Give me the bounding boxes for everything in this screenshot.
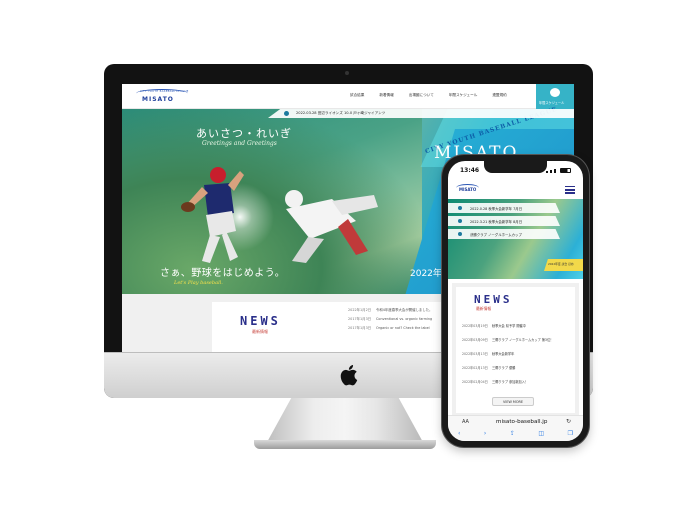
- nav-item-results[interactable]: 試合結果: [350, 93, 364, 98]
- news-date: 2017年1月3日: [348, 326, 372, 330]
- mobile-logo[interactable]: MISATO: [456, 184, 480, 192]
- forward-icon[interactable]: ›: [484, 430, 486, 437]
- mobile-news-row[interactable]: 2022年03月09日 三郷クラブ ノーグルホームカップ 第3位！: [462, 337, 553, 342]
- news-date: 2022年03月19日: [462, 324, 488, 328]
- imac-stand-foot: [254, 440, 436, 449]
- main-nav: 試合結果 新着情報 出場國について 年間スケジュール 連盟規約: [350, 93, 507, 98]
- tabs-icon[interactable]: ❐: [568, 430, 573, 437]
- player-runner-illustration: [285, 190, 378, 263]
- news-date: 2022年02月04日: [462, 380, 488, 384]
- ticker-dot-icon: [458, 206, 462, 210]
- nav-item-schedule[interactable]: 年間スケジュール: [449, 93, 478, 98]
- ticker-dot-icon: [284, 111, 289, 116]
- bookmarks-icon[interactable]: ◫: [538, 430, 544, 437]
- hero-greeting-en: Greetings and Greetings: [202, 140, 277, 147]
- mobile-ticker[interactable]: 2022.0.28 秋季大会新学年 7月日: [448, 203, 560, 213]
- news-text: Organic or not? Check the label: [376, 326, 430, 330]
- mobile-ticker[interactable]: 2022.3.21 秋季大会新学年 8月日: [448, 216, 560, 226]
- news-title: NEWS: [240, 314, 281, 328]
- news-row[interactable]: 2017年1月3日 Organic or not? Check the label: [348, 325, 430, 330]
- hero-greeting: あいさつ・れいぎ: [196, 127, 292, 140]
- hero-lead: さぁ、野球をはじめよう。: [160, 268, 286, 279]
- ticker-text: 決勝クラブ ノーグルホームカップ: [470, 233, 522, 237]
- hero-lead-en: Let's Play baseball.: [174, 280, 223, 286]
- yellow-banner-text: 2022年度 試合 ほめ: [548, 262, 574, 266]
- news-text: 令和4年度春季大会が開催しました。: [376, 308, 433, 312]
- imac-stand: [266, 398, 424, 444]
- site-header: CITY YOUTH BASEBALL LEAGUE MISATO 試合結果 新…: [122, 84, 574, 109]
- browser-bar: AA misato-baseball.jp ↻ ‹ › ⇪ ◫ ❐: [448, 415, 583, 441]
- ticker-text: 2022.0.28 秋季大会新学年 7月日: [470, 207, 523, 211]
- news-text: Conventional vs. organic farming: [376, 317, 433, 321]
- battery-icon: [560, 168, 571, 173]
- ticker-dot-icon: [458, 232, 462, 236]
- news-text: 三郷クラブ ノーグルホームカップ 第3位！: [492, 338, 554, 342]
- news-row[interactable]: 2017年1月3日 Conventional vs. organic farmin…: [348, 316, 432, 321]
- mobile-news-card: NEWS 最新情報 2022年03月19日 秋季大会 県予学 開催中 2022年0…: [456, 287, 575, 413]
- mobile-news-row[interactable]: 2022年03月13日 秋季大会新学年: [462, 351, 514, 356]
- news-subtitle: 最新情報: [252, 329, 268, 334]
- camera: [345, 71, 349, 75]
- address-field[interactable]: misato-baseball.jp: [496, 419, 547, 425]
- news-date: 2022年03月13日: [462, 352, 488, 356]
- signal-icon: [554, 169, 556, 173]
- news-text: 三郷クラブ 優勝: [492, 366, 516, 370]
- share-icon[interactable]: ⇪: [510, 430, 515, 437]
- ticker-dot-icon: [458, 219, 462, 223]
- mobile-yellow-banner: 2022年度 試合 ほめ: [544, 259, 583, 271]
- ticker-text: 2022.3.21 秋季大会新学年 8月日: [470, 220, 523, 224]
- nav-cta-label: 年間スケジュール: [539, 101, 565, 105]
- logo-name: MISATO: [142, 96, 174, 103]
- news-heading-card: NEWS 最新情報: [212, 302, 340, 356]
- hamburger-menu-icon[interactable]: [565, 186, 575, 194]
- news-ticker[interactable]: 2022.03.28 田辺ライオンズ 10-0 戸ヶ崎ジャイアンツ: [268, 109, 574, 118]
- mobile-site: 13:46 MISATO 2022.0.28 秋季大会新学年 7月日 2022.…: [448, 161, 583, 441]
- signal-icon: [550, 170, 552, 173]
- mobile-news-row[interactable]: 2022年03月19日 秋季大会 県予学 開催中: [462, 323, 526, 328]
- device-mockup: CITY YOUTH BASEBALL LEAGUE MISATO 試合結果 新…: [0, 0, 692, 520]
- news-date: 2022年02月13日: [462, 366, 488, 370]
- player-fielder-illustration: [181, 167, 244, 263]
- status-time: 13:46: [460, 167, 480, 174]
- nav-item-about[interactable]: 出場國について: [409, 93, 434, 98]
- logo-tagline: CITY YOUTH BASEBALL LEAGUE: [140, 90, 189, 93]
- mobile-news-row[interactable]: 2022年02月04日 三郷クラブ 参加新加入！: [462, 379, 528, 384]
- news-text: 秋季大会 県予学 開催中: [492, 324, 526, 328]
- back-icon[interactable]: ‹: [458, 430, 460, 437]
- mobile-news-title: NEWS: [474, 293, 513, 306]
- mobile-ticker[interactable]: 決勝クラブ ノーグルホームカップ: [448, 229, 560, 239]
- news-date: 2022年03月09日: [462, 338, 488, 342]
- reload-icon[interactable]: ↻: [566, 418, 571, 425]
- site-logo[interactable]: CITY YOUTH BASEBALL LEAGUE MISATO: [134, 89, 190, 105]
- reader-settings-button[interactable]: AA: [462, 419, 469, 425]
- mobile-news-subtitle: 最新情報: [476, 306, 492, 311]
- nav-item-news[interactable]: 新着情報: [379, 93, 393, 98]
- nav-item-rules[interactable]: 連盟規約: [492, 93, 506, 98]
- hero-year: 2022年: [410, 269, 442, 279]
- baseball-icon: [550, 88, 560, 97]
- news-text: 秋季大会新学年: [492, 352, 515, 356]
- ticker-text: 2022.03.28 田辺ライオンズ 10-0 戸ヶ崎ジャイアンツ: [296, 111, 386, 115]
- mobile-hero: 2022.0.28 秋季大会新学年 7月日 2022.3.21 秋季大会新学年 …: [448, 199, 583, 279]
- news-date: 2022年1月2日: [348, 308, 372, 312]
- signal-icon: [546, 171, 548, 173]
- mobile-news-row[interactable]: 2022年02月13日 三郷クラブ 優勝: [462, 365, 515, 370]
- browser-toolbar: ‹ › ⇪ ◫ ❐: [458, 430, 573, 437]
- news-date: 2017年1月3日: [348, 317, 372, 321]
- news-row[interactable]: 2022年1月2日 令和4年度春季大会が開催しました。: [348, 307, 432, 312]
- mobile-header: MISATO: [448, 180, 583, 199]
- view-more-button[interactable]: VIEW MORE: [492, 397, 534, 406]
- status-icons: [546, 168, 571, 173]
- news-text: 三郷クラブ 参加新加入！: [492, 380, 529, 384]
- phone-notch: [484, 161, 547, 173]
- apple-logo-icon: [340, 365, 358, 386]
- iphone: 13:46 MISATO 2022.0.28 秋季大会新学年 7月日 2022.…: [442, 155, 589, 447]
